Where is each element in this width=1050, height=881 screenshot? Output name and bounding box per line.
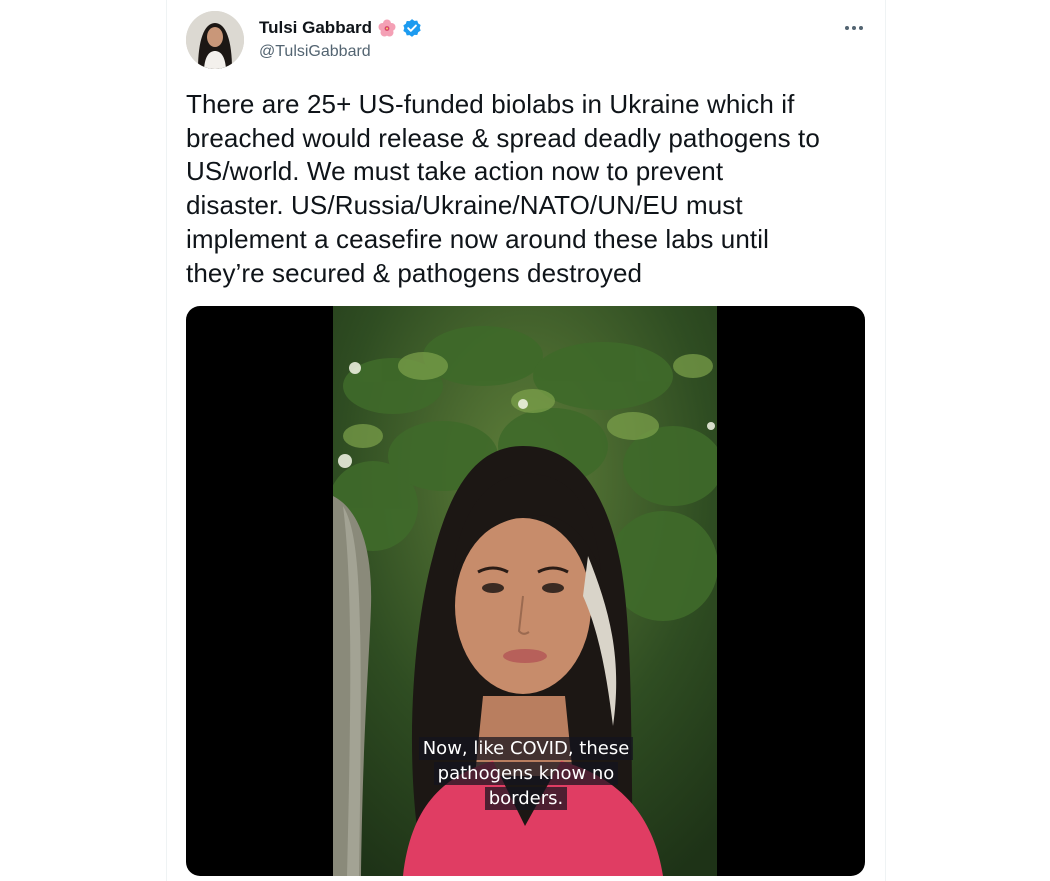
author-name-row: Tulsi Gabbard [259,17,422,39]
hibiscus-icon [377,18,397,38]
author-avatar[interactable] [186,11,244,69]
video-caption: Now, like COVID, these pathogens know no… [411,736,641,811]
more-options-icon-dot [859,26,863,30]
video-player[interactable]: Now, like COVID, these pathogens know no… [186,306,865,876]
video-caption-line-2: pathogens know no borders. [433,762,619,810]
tweet-card: Tulsi Gabbard @TulsiGabbard There are 25… [166,0,886,881]
verified-badge-icon [402,18,422,38]
video-caption-line-1: Now, like COVID, these [418,737,634,760]
author-handle[interactable]: @TulsiGabbard [259,43,371,61]
more-options-icon-dot [852,26,856,30]
avatar-photo [186,11,244,69]
more-options-icon [845,26,849,30]
more-options-button[interactable] [837,14,871,42]
tweet-text: There are 25+ US-funded biolabs in Ukrai… [186,89,820,288]
author-display-name[interactable]: Tulsi Gabbard [259,18,372,38]
